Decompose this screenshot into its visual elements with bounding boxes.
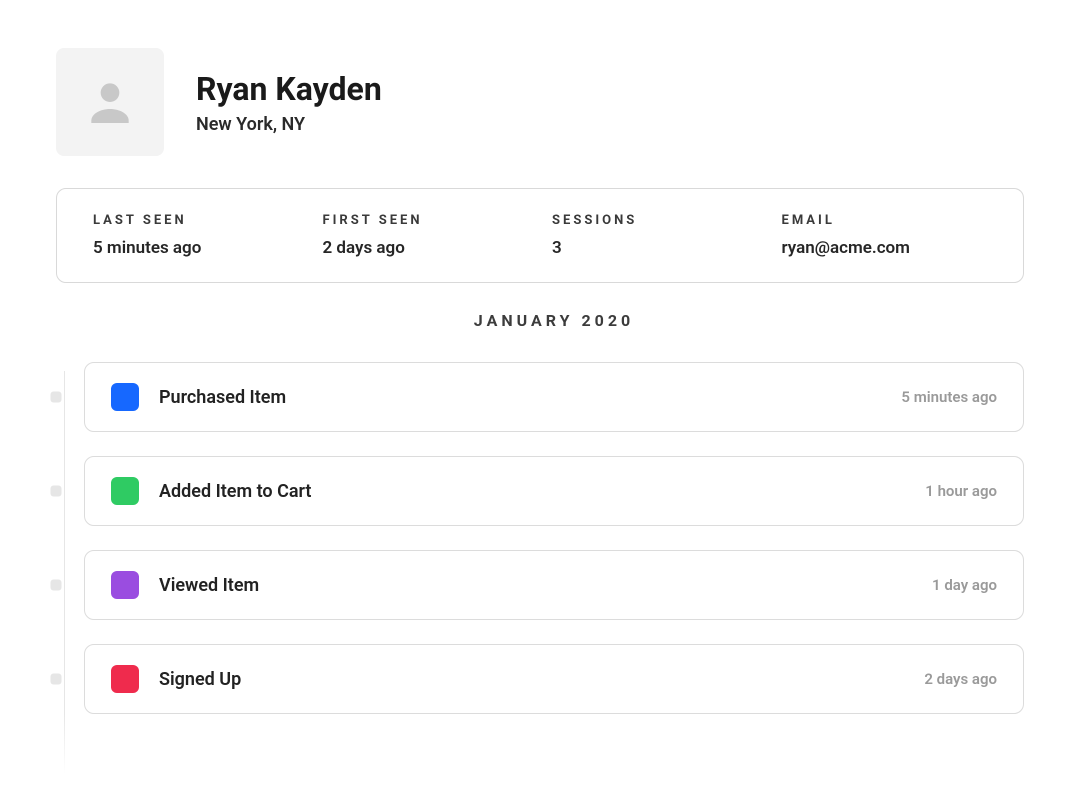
stat-sessions: Sessions 3	[552, 213, 758, 258]
timeline-marker	[51, 486, 62, 497]
user-profile-page: Ryan Kayden New York, NY Last Seen 5 min…	[0, 0, 1080, 714]
stat-label: First Seen	[323, 213, 529, 228]
stat-last-seen: Last Seen 5 minutes ago	[93, 213, 299, 258]
event-row[interactable]: Added Item to Cart 1 hour ago	[84, 456, 1024, 526]
event-row[interactable]: Signed Up 2 days ago	[84, 644, 1024, 714]
stat-first-seen: First Seen 2 days ago	[323, 213, 529, 258]
event-card[interactable]: Signed Up 2 days ago	[84, 644, 1024, 714]
stat-label: Last Seen	[93, 213, 299, 228]
avatar	[56, 48, 164, 156]
timeline-marker	[51, 392, 62, 403]
event-card[interactable]: Purchased Item 5 minutes ago	[84, 362, 1024, 432]
stat-email: Email ryan@acme.com	[782, 213, 988, 258]
event-time: 2 days ago	[924, 670, 997, 688]
event-title: Purchased Item	[159, 387, 881, 408]
event-time: 1 day ago	[932, 576, 997, 594]
timeline-marker	[51, 580, 62, 591]
event-card[interactable]: Viewed Item 1 day ago	[84, 550, 1024, 620]
timeline-marker	[51, 674, 62, 685]
timeline-line	[64, 371, 65, 774]
event-title: Viewed Item	[159, 575, 912, 596]
stat-value: 2 days ago	[323, 238, 529, 258]
stat-value: 5 minutes ago	[93, 238, 299, 258]
profile-name: Ryan Kayden	[196, 70, 382, 108]
event-time: 1 hour ago	[925, 482, 997, 500]
stat-value: 3	[552, 238, 758, 258]
event-card[interactable]: Added Item to Cart 1 hour ago	[84, 456, 1024, 526]
person-icon	[82, 74, 138, 130]
stat-value: ryan@acme.com	[782, 238, 988, 258]
event-color-swatch	[111, 665, 139, 693]
profile-location: New York, NY	[196, 114, 382, 135]
event-title: Signed Up	[159, 669, 904, 690]
event-color-swatch	[111, 477, 139, 505]
timeline: January 2020 Purchased Item 5 minutes ago…	[56, 311, 1024, 714]
stats-card: Last Seen 5 minutes ago First Seen 2 day…	[56, 188, 1024, 283]
stat-label: Email	[782, 213, 988, 228]
event-color-swatch	[111, 571, 139, 599]
event-time: 5 minutes ago	[901, 388, 997, 406]
event-title: Added Item to Cart	[159, 481, 905, 502]
profile-meta: Ryan Kayden New York, NY	[196, 70, 382, 135]
timeline-period: January 2020	[84, 311, 1024, 330]
event-row[interactable]: Purchased Item 5 minutes ago	[84, 362, 1024, 432]
stat-label: Sessions	[552, 213, 758, 228]
event-list: Purchased Item 5 minutes ago Added Item to…	[84, 362, 1024, 714]
event-row[interactable]: Viewed Item 1 day ago	[84, 550, 1024, 620]
profile-header: Ryan Kayden New York, NY	[56, 48, 1024, 156]
event-color-swatch	[111, 383, 139, 411]
